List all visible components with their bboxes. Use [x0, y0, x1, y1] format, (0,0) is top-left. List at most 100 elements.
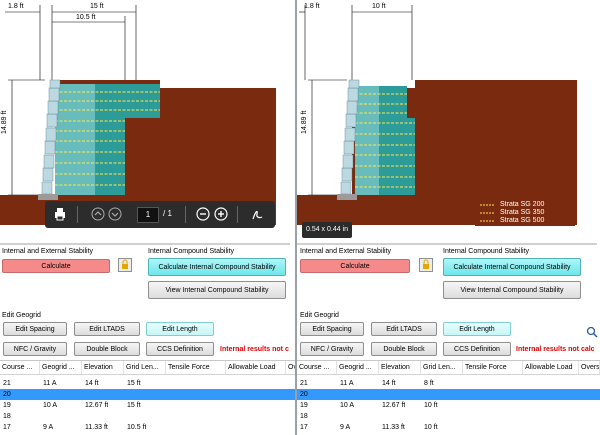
cell-course: 20: [3, 391, 11, 398]
edit-spacing-button[interactable]: Edit Spacing: [300, 322, 364, 336]
internal-external-stability-label: Internal and External Stability: [2, 248, 94, 255]
zoom-out-icon[interactable]: [196, 207, 210, 221]
edit-ltads-button[interactable]: Edit LTADS: [371, 322, 437, 336]
cell-course: 17: [3, 424, 11, 431]
table-row[interactable]: 17 9 A 11.33 ft 10.5 ft: [0, 422, 296, 433]
col-course[interactable]: Course ...: [297, 361, 337, 374]
cell-grid-length: 15 ft: [127, 380, 141, 387]
nfc-gravity-button[interactable]: NFC / Gravity: [300, 342, 364, 356]
calculate-button[interactable]: Calculate: [2, 259, 110, 273]
legend-item: Strata SG 200: [500, 201, 545, 208]
col-elevation[interactable]: Elevation: [379, 361, 421, 374]
col-overstress[interactable]: Overs: [579, 361, 600, 374]
dim-mid-label: 10 ft: [372, 3, 386, 10]
left-pane: 1.8 ft 15 ft 10.5 ft 14.89 ft 1 / 1 Inte…: [0, 0, 296, 435]
legend-item: Strata SG 500: [500, 217, 545, 224]
cell-geogrid: 10 A: [43, 402, 58, 409]
view-compound-button[interactable]: View Internal Compound Stability: [148, 281, 286, 299]
table-row-selected[interactable]: 20: [297, 389, 600, 400]
edit-length-button[interactable]: Edit Length: [443, 322, 511, 336]
edit-length-button[interactable]: Edit Length: [146, 322, 214, 336]
lock-icon: [122, 259, 128, 269]
cell-course: 18: [300, 413, 308, 420]
cell-elevation: 12.67 ft: [85, 402, 109, 409]
cell-grid-length: 10.5 ft: [127, 424, 147, 431]
section-separator: [0, 243, 290, 245]
cell-grid-length: 10 ft: [424, 424, 438, 431]
edit-geogrid-title: Edit Geogrid: [300, 312, 339, 319]
cell-geogrid: 9 A: [43, 424, 54, 431]
cell-geogrid: 11 A: [340, 380, 354, 387]
col-grid-length[interactable]: Grid Len...: [421, 361, 463, 374]
dim-top-label: 1.8 ft: [8, 3, 24, 10]
table-row[interactable]: 19 10 A 12.67 ft 10 ft: [297, 400, 600, 411]
edit-ltads-button[interactable]: Edit LTADS: [74, 322, 140, 336]
col-allowable-load[interactable]: Allowable Load: [226, 361, 286, 374]
calculate-compound-button[interactable]: Calculate Internal Compound Stability: [443, 258, 581, 276]
internal-external-stability-label: Internal and External Stability: [300, 248, 392, 255]
dim-height-label: 14.89 ft: [301, 110, 308, 134]
zoom-in-icon[interactable]: [214, 207, 228, 221]
ccs-definition-button[interactable]: CCS Definition: [146, 342, 214, 356]
table-row[interactable]: 19 10 A 12.67 ft 15 ft: [0, 400, 296, 411]
col-geogrid[interactable]: Geogrid ...: [337, 361, 379, 374]
internal-compound-stability-label: Internal Compound Stability: [443, 248, 529, 255]
table-row[interactable]: 21 11 A 14 ft 8 ft: [297, 378, 600, 389]
cell-course: 19: [300, 402, 308, 409]
search-icon[interactable]: [586, 326, 598, 338]
cell-course: 21: [3, 380, 11, 387]
nfc-gravity-button[interactable]: NFC / Gravity: [3, 342, 67, 356]
table-row[interactable]: 17 9 A 11.33 ft 10 ft: [297, 422, 600, 433]
double-block-button[interactable]: Double Block: [74, 342, 140, 356]
table-row[interactable]: 18: [297, 411, 600, 422]
cell-grid-length: 15 ft: [127, 402, 141, 409]
page-number-input[interactable]: 1: [137, 207, 159, 223]
col-elevation[interactable]: Elevation: [82, 361, 124, 374]
pdf-toolbar: 1 / 1: [45, 201, 275, 228]
table-header: Course ... Geogrid ... Elevation Grid Le…: [0, 361, 296, 375]
cell-geogrid: 10 A: [340, 402, 355, 409]
table-header: Course ... Geogrid ... Elevation Grid Le…: [297, 361, 600, 375]
dim-height-label: 14.89 ft: [1, 110, 8, 134]
double-block-button[interactable]: Double Block: [371, 342, 437, 356]
lock-button[interactable]: [419, 258, 433, 272]
internal-compound-stability-label: Internal Compound Stability: [148, 248, 234, 255]
calculate-compound-button[interactable]: Calculate Internal Compound Stability: [148, 258, 286, 276]
internal-results-warning: Internal results not calc: [516, 346, 595, 353]
cell-elevation: 11.33 ft: [382, 424, 405, 431]
col-grid-length[interactable]: Grid Len...: [124, 361, 166, 374]
cell-course: 18: [3, 413, 11, 420]
lock-icon: [423, 259, 429, 269]
acrobat-icon[interactable]: [250, 207, 264, 221]
cell-course: 17: [300, 424, 308, 431]
measurement-tooltip: 0.54 x 0.44 in: [302, 222, 352, 238]
edit-spacing-button[interactable]: Edit Spacing: [3, 322, 67, 336]
dim-top-label: 1.8 ft: [304, 3, 320, 10]
view-compound-button[interactable]: View Internal Compound Stability: [443, 281, 581, 299]
col-tensile-force[interactable]: Tensile Force: [463, 361, 523, 374]
cell-elevation: 14 ft: [85, 380, 99, 387]
section-separator: [297, 243, 597, 245]
page-up-icon[interactable]: [91, 207, 105, 221]
internal-results-warning: Internal results not c: [220, 346, 289, 353]
col-geogrid[interactable]: Geogrid ...: [40, 361, 82, 374]
print-icon[interactable]: [53, 207, 67, 221]
table-row[interactable]: 18: [0, 411, 296, 422]
cell-geogrid: 9 A: [340, 424, 351, 431]
cell-course: 20: [300, 391, 308, 398]
page-down-icon[interactable]: [108, 207, 122, 221]
col-course[interactable]: Course ...: [0, 361, 40, 374]
ccs-definition-button[interactable]: CCS Definition: [443, 342, 511, 356]
lock-button[interactable]: [118, 258, 132, 272]
cell-elevation: 12.67 ft: [382, 402, 406, 409]
table-row[interactable]: 21 11 A 14 ft 15 ft: [0, 378, 296, 389]
dim-mid-label: 15 ft: [90, 3, 104, 10]
col-tensile-force[interactable]: Tensile Force: [166, 361, 226, 374]
cell-elevation: 14 ft: [382, 380, 396, 387]
calculate-button[interactable]: Calculate: [300, 259, 410, 273]
table-row-selected[interactable]: 20: [0, 389, 296, 400]
edit-geogrid-title: Edit Geogrid: [2, 312, 41, 319]
col-allowable-load[interactable]: Allowable Load: [523, 361, 579, 374]
legend-item: Strata SG 350: [500, 209, 545, 216]
cell-grid-length: 10 ft: [424, 402, 438, 409]
